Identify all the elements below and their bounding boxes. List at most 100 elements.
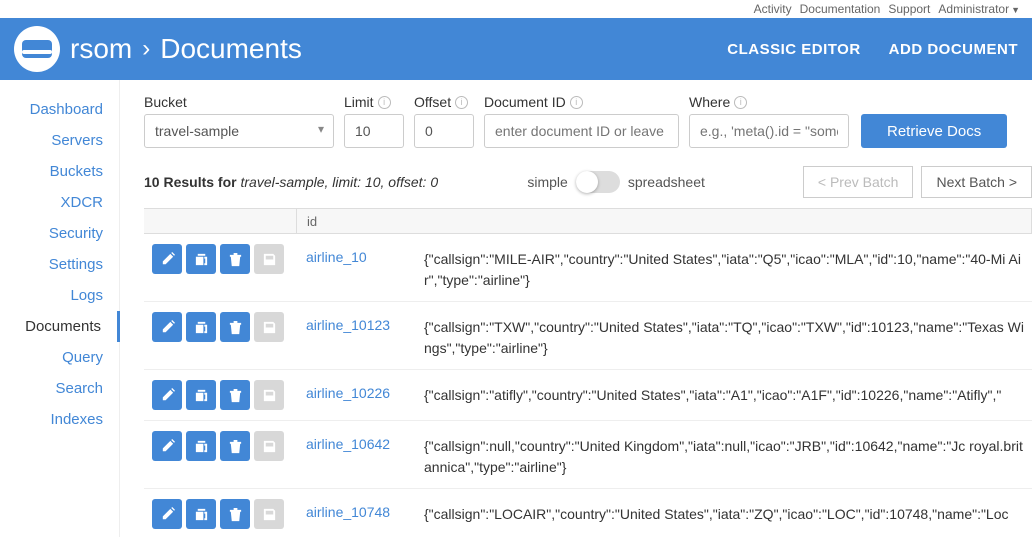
document-id-link[interactable]: airline_10748 — [306, 504, 390, 520]
edit-button[interactable] — [152, 380, 182, 410]
save-icon — [262, 388, 277, 403]
edit-icon — [160, 320, 175, 335]
trash-icon — [228, 439, 243, 454]
top-utility-bar: Activity Documentation Support Administr… — [0, 0, 1032, 18]
table-row: airline_10123 {"callsign":"TXW","country"… — [144, 302, 1032, 370]
document-id-link[interactable]: airline_10123 — [306, 317, 390, 333]
offset-label: Offset i — [414, 94, 474, 110]
copy-button[interactable] — [186, 380, 216, 410]
info-icon[interactable]: i — [734, 96, 747, 109]
table-header: id — [144, 208, 1032, 234]
next-batch-button[interactable]: Next Batch > — [921, 166, 1032, 198]
save-icon — [262, 320, 277, 335]
admin-menu[interactable]: Administrator▼ — [938, 2, 1020, 16]
where-input[interactable] — [689, 114, 849, 148]
delete-button[interactable] — [220, 380, 250, 410]
results-bar: 10 Results for travel-sample, limit: 10,… — [144, 166, 1032, 198]
edit-icon — [160, 388, 175, 403]
sidebar-item-indexes[interactable]: Indexes — [0, 404, 119, 435]
breadcrumb-root[interactable]: rsom — [70, 33, 132, 65]
copy-icon — [194, 252, 209, 267]
copy-icon — [194, 507, 209, 522]
copy-button[interactable] — [186, 499, 216, 529]
edit-button[interactable] — [152, 312, 182, 342]
bucket-select[interactable]: travel-sample — [144, 114, 334, 148]
sidebar-item-dashboard[interactable]: Dashboard — [0, 94, 119, 125]
trash-icon — [228, 388, 243, 403]
save-button — [254, 499, 284, 529]
sidebar-item-xdcr[interactable]: XDCR — [0, 187, 119, 218]
results-summary: 10 Results for travel-sample, limit: 10,… — [144, 174, 438, 190]
sidebar-item-settings[interactable]: Settings — [0, 249, 119, 280]
save-icon — [262, 252, 277, 267]
document-content: {"callsign":"LOCAIR","country":"United S… — [414, 499, 1032, 525]
offset-input[interactable] — [414, 114, 474, 148]
document-id-link[interactable]: airline_10 — [306, 249, 367, 265]
retrieve-docs-button[interactable]: Retrieve Docs — [861, 114, 1007, 148]
copy-button[interactable] — [186, 431, 216, 461]
filter-bar: Bucket travel-sample Limit i Offset i Do… — [144, 94, 1032, 148]
info-icon[interactable]: i — [455, 96, 468, 109]
sidebar-nav: DashboardServersBucketsXDCRSecuritySetti… — [0, 80, 120, 537]
breadcrumb-current: Documents — [160, 33, 302, 65]
edit-icon — [160, 507, 175, 522]
copy-icon — [194, 388, 209, 403]
breadcrumb: rsom › Documents — [70, 33, 302, 65]
id-column-header: id — [296, 209, 414, 233]
activity-link[interactable]: Activity — [754, 2, 792, 16]
limit-label: Limit i — [344, 94, 404, 110]
info-icon[interactable]: i — [378, 96, 391, 109]
copy-icon — [194, 439, 209, 454]
sidebar-item-search[interactable]: Search — [0, 373, 119, 404]
delete-button[interactable] — [220, 312, 250, 342]
simple-view-label: simple — [527, 174, 567, 190]
table-row: airline_10642 {"callsign":null,"country":… — [144, 421, 1032, 489]
limit-input[interactable] — [344, 114, 404, 148]
documentation-link[interactable]: Documentation — [800, 2, 881, 16]
info-icon[interactable]: i — [570, 96, 583, 109]
table-row: airline_10748 {"callsign":"LOCAIR","count… — [144, 489, 1032, 537]
save-icon — [262, 507, 277, 522]
document-content: {"callsign":null,"country":"United Kingd… — [414, 431, 1032, 478]
edit-button[interactable] — [152, 499, 182, 529]
sidebar-item-security[interactable]: Security — [0, 218, 119, 249]
table-row: airline_10 {"callsign":"MILE-AIR","countr… — [144, 234, 1032, 302]
classic-editor-link[interactable]: CLASSIC EDITOR — [727, 41, 860, 58]
spreadsheet-view-label: spreadsheet — [628, 174, 705, 190]
sidebar-item-documents[interactable]: Documents — [0, 311, 120, 342]
view-toggle[interactable] — [576, 171, 620, 193]
save-button — [254, 244, 284, 274]
document-id-input[interactable] — [484, 114, 679, 148]
delete-button[interactable] — [220, 244, 250, 274]
edit-button[interactable] — [152, 244, 182, 274]
save-button — [254, 312, 284, 342]
prev-batch-button[interactable]: < Prev Batch — [803, 166, 914, 198]
copy-icon — [194, 320, 209, 335]
where-label: Where i — [689, 94, 849, 110]
delete-button[interactable] — [220, 431, 250, 461]
edit-button[interactable] — [152, 431, 182, 461]
sidebar-item-buckets[interactable]: Buckets — [0, 156, 119, 187]
document-content: {"callsign":"TXW","country":"United Stat… — [414, 312, 1032, 359]
sidebar-item-logs[interactable]: Logs — [0, 280, 119, 311]
save-icon — [262, 439, 277, 454]
document-id-link[interactable]: airline_10226 — [306, 385, 390, 401]
main-content: Bucket travel-sample Limit i Offset i Do… — [120, 80, 1032, 537]
trash-icon — [228, 507, 243, 522]
chevron-down-icon: ▼ — [1011, 5, 1020, 15]
page-header: rsom › Documents CLASSIC EDITOR ADD DOCU… — [0, 18, 1032, 80]
document-content: {"callsign":"MILE-AIR","country":"United… — [414, 244, 1032, 291]
delete-button[interactable] — [220, 499, 250, 529]
logo-icon — [14, 26, 60, 72]
add-document-button[interactable]: ADD DOCUMENT — [889, 41, 1018, 58]
sidebar-item-query[interactable]: Query — [0, 342, 119, 373]
document-id-link[interactable]: airline_10642 — [306, 436, 390, 452]
edit-icon — [160, 439, 175, 454]
chevron-right-icon: › — [142, 35, 150, 63]
support-link[interactable]: Support — [888, 2, 930, 16]
trash-icon — [228, 320, 243, 335]
document-content: {"callsign":"atifly","country":"United S… — [414, 380, 1032, 406]
copy-button[interactable] — [186, 312, 216, 342]
copy-button[interactable] — [186, 244, 216, 274]
sidebar-item-servers[interactable]: Servers — [0, 125, 119, 156]
